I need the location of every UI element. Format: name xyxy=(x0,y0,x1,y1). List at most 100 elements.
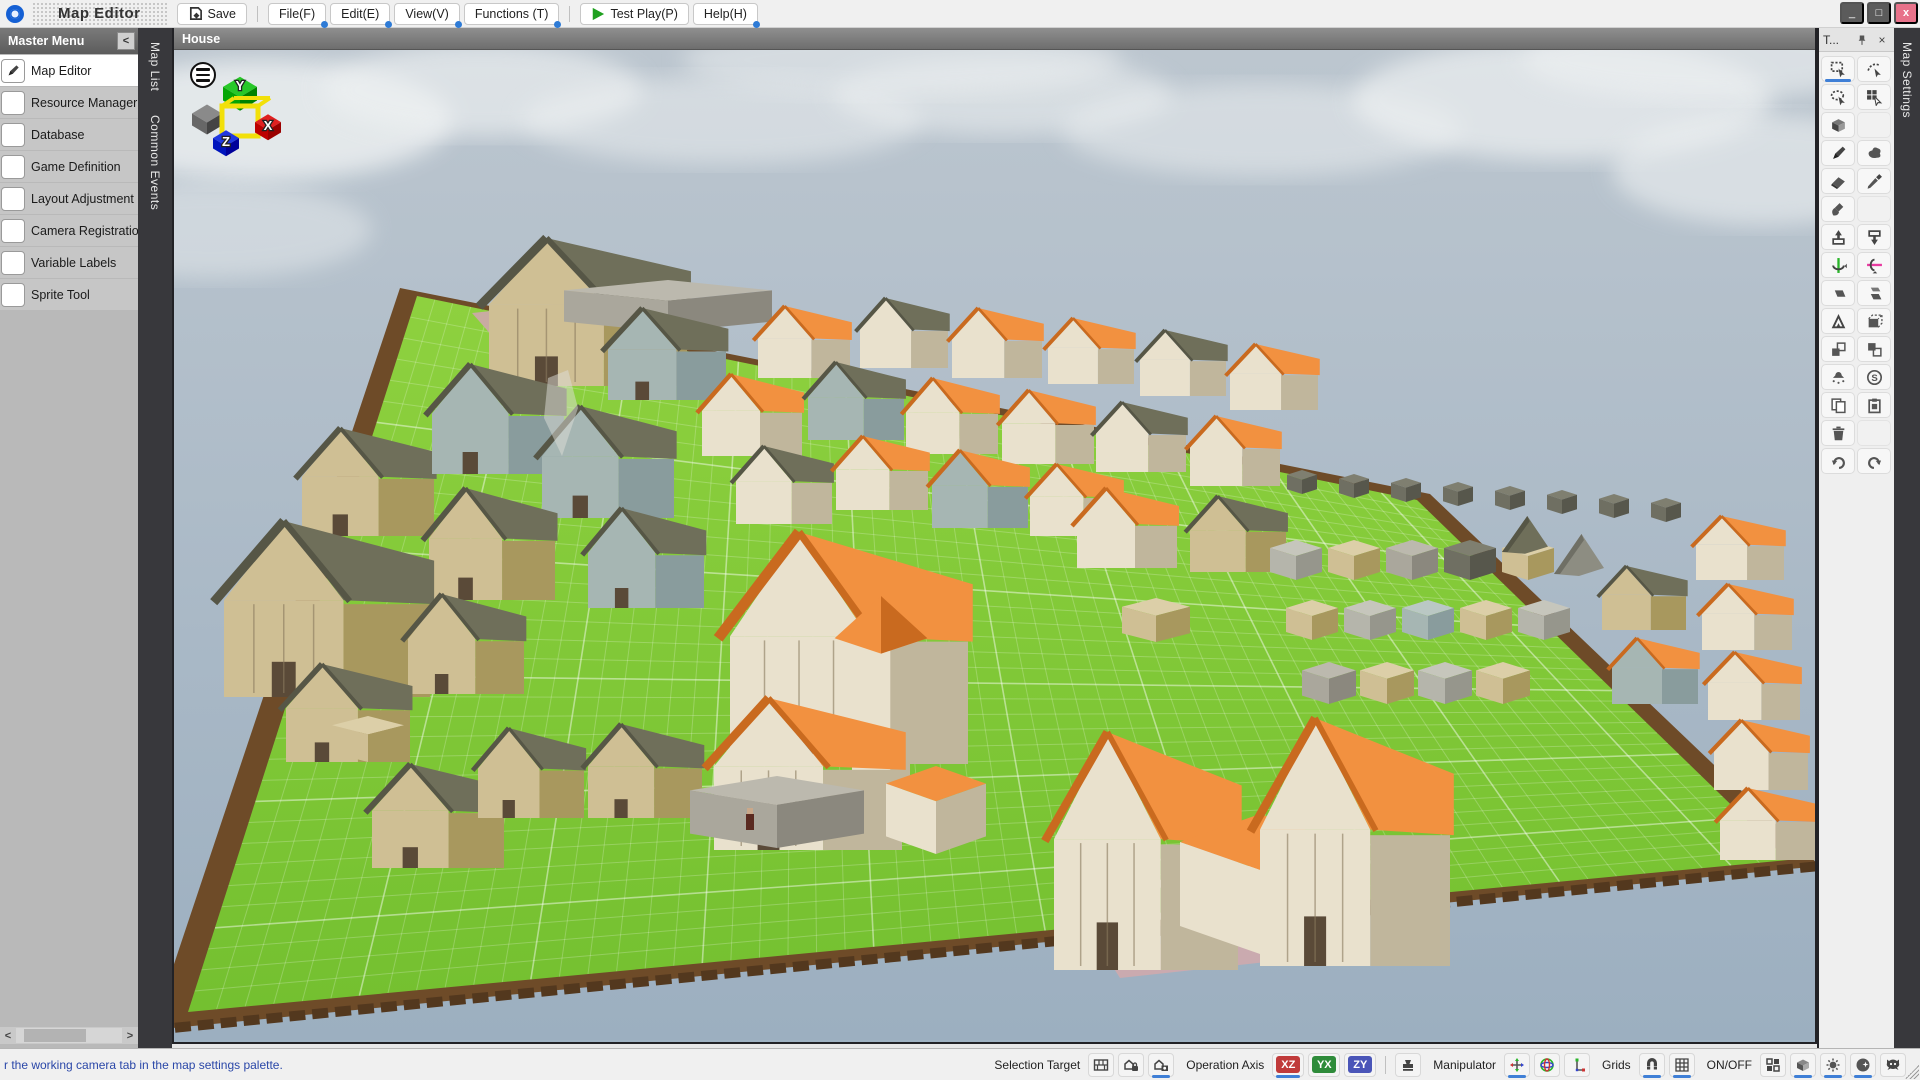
test-play-button[interactable]: Test Play(P) xyxy=(580,3,688,25)
stamp-mode-button[interactable] xyxy=(1395,1053,1421,1077)
axis-button-xz[interactable]: XZ xyxy=(1272,1053,1304,1077)
stamp-dark-icon xyxy=(1400,1057,1416,1073)
sidebar-item-map-editor[interactable]: Map Editor xyxy=(0,55,138,86)
axis-button-yx[interactable]: YX xyxy=(1308,1053,1340,1077)
scroll-left-arrow[interactable]: < xyxy=(0,1030,16,1042)
scrollbar-thumb[interactable] xyxy=(24,1029,86,1042)
vertical-tab-map-list[interactable]: Map List xyxy=(148,32,162,101)
close-button[interactable]: x xyxy=(1894,2,1918,24)
light-icon xyxy=(1830,369,1847,386)
shovel-tool[interactable] xyxy=(1821,196,1855,222)
collapse-sidebar-button[interactable]: < xyxy=(117,32,135,50)
map-tab-house[interactable]: House xyxy=(174,28,1815,50)
rotate-manipulator-button[interactable] xyxy=(1534,1053,1560,1077)
target-object-lock-button[interactable] xyxy=(1118,1053,1144,1077)
cube-view-icon xyxy=(1795,1057,1811,1073)
scale-manipulator-button[interactable] xyxy=(1564,1053,1590,1077)
box-dashed-tool[interactable] xyxy=(1857,308,1891,334)
tool-palette: T... × S xyxy=(1817,28,1894,1048)
slab-stack-icon xyxy=(1866,285,1883,302)
help-button[interactable]: Help(H) xyxy=(693,3,758,25)
left-tab-strip: Map List Common Events xyxy=(138,28,172,1048)
start-point-tool[interactable]: S xyxy=(1857,364,1891,390)
pen-icon xyxy=(6,64,20,78)
sidebar-item-variable-labels[interactable]: Variable Labels xyxy=(0,247,138,278)
send-back-tool[interactable] xyxy=(1857,336,1891,362)
slab-tool[interactable] xyxy=(1821,280,1855,306)
select-lasso-tool[interactable] xyxy=(1821,84,1855,110)
monster-toggle-button[interactable] xyxy=(1880,1053,1906,1077)
save-button[interactable]: Save xyxy=(177,3,248,25)
target-object-button[interactable] xyxy=(1148,1053,1174,1077)
sidebar-item-game-definition[interactable]: Game Definition xyxy=(0,151,138,182)
map-viewport[interactable]: House YXZ xyxy=(172,28,1817,1044)
select-block-tool[interactable] xyxy=(1857,84,1891,110)
onoff-label: ON/OFF xyxy=(1707,1058,1752,1072)
putty-tool[interactable] xyxy=(1857,140,1891,166)
grid-toggle-button[interactable] xyxy=(1669,1053,1695,1077)
vertical-tab-map-settings[interactable]: Map Settings xyxy=(1900,32,1914,128)
undo-icon xyxy=(1866,453,1883,470)
rotate-x-icon xyxy=(1866,257,1883,274)
snap-magnet-button[interactable] xyxy=(1639,1053,1665,1077)
sidebar-item-sprite-tool[interactable]: Sprite Tool xyxy=(0,279,138,310)
sidebar-item-layout-adjustment[interactable]: Layout Adjustment xyxy=(0,183,138,214)
close-panel-button[interactable]: × xyxy=(1874,32,1890,48)
terrain-view-button[interactable] xyxy=(1790,1053,1816,1077)
select-polyline-tool[interactable] xyxy=(1857,56,1891,82)
minimize-button[interactable]: _ xyxy=(1840,2,1864,24)
viewport-menu-button[interactable] xyxy=(190,62,216,88)
sidebar-horizontal-scrollbar[interactable]: < > xyxy=(0,1027,138,1044)
blank-icon xyxy=(1866,201,1883,218)
eraser-tool[interactable] xyxy=(1821,168,1855,194)
eyedropper-tool[interactable] xyxy=(1857,168,1891,194)
lower-terrain-tool[interactable] xyxy=(1857,224,1891,250)
pen-tool[interactable] xyxy=(1821,140,1855,166)
status-bar: r the working camera tab in the map sett… xyxy=(0,1048,1920,1080)
target-terrain-button[interactable] xyxy=(1088,1053,1114,1077)
menu-button-3[interactable]: Functions (T) xyxy=(464,3,560,25)
lower-icon xyxy=(1866,229,1883,246)
bring-front-tool[interactable] xyxy=(1821,336,1855,362)
copy-tool[interactable] xyxy=(1821,392,1855,418)
effect-toggle-button[interactable] xyxy=(1850,1053,1876,1077)
manipulator-label: Manipulator xyxy=(1433,1058,1496,1072)
putty-icon xyxy=(1866,145,1883,162)
select-rect-tool[interactable] xyxy=(1821,56,1855,82)
delete-tool[interactable] xyxy=(1821,420,1855,446)
slab-stack-tool[interactable] xyxy=(1857,280,1891,306)
scrollbar-track[interactable] xyxy=(16,1028,122,1043)
sidebar-item-camera-registration[interactable]: Camera Registration xyxy=(0,215,138,246)
light-tool[interactable] xyxy=(1821,364,1855,390)
rotate-y-tool[interactable] xyxy=(1821,252,1855,278)
eraser-icon xyxy=(1830,173,1847,190)
master-menu-panel: Master Menu < Map EditorResource Manager… xyxy=(0,28,138,1048)
axis-button-zy[interactable]: ZY xyxy=(1344,1053,1376,1077)
sidebar-item-database[interactable]: Database xyxy=(0,119,138,150)
rotate-x-tool[interactable] xyxy=(1857,252,1891,278)
scene-3d-view[interactable]: YXZ xyxy=(174,50,1815,1040)
pin-icon[interactable] xyxy=(1854,32,1870,48)
redo-tool[interactable] xyxy=(1821,448,1855,474)
panels-toggle-button[interactable] xyxy=(1760,1053,1786,1077)
ramp-tool[interactable] xyxy=(1821,308,1855,334)
select-box-tool[interactable] xyxy=(1821,112,1855,138)
paste-tool[interactable] xyxy=(1857,392,1891,418)
master-menu-header: Master Menu < xyxy=(0,28,138,54)
rotate-manip-icon xyxy=(1539,1057,1555,1073)
resize-grip[interactable] xyxy=(1905,1065,1919,1079)
move-manipulator-button[interactable] xyxy=(1504,1053,1530,1077)
menu-button-1[interactable]: Edit(E) xyxy=(330,3,390,25)
scroll-right-arrow[interactable]: > xyxy=(122,1030,138,1042)
lighting-toggle-button[interactable] xyxy=(1820,1053,1846,1077)
menu-button-0[interactable]: File(F) xyxy=(268,3,326,25)
sidebar-item-resource-manager[interactable]: Resource Manager xyxy=(0,87,138,118)
layout-icon xyxy=(6,192,20,206)
game-definition-icon xyxy=(6,160,20,174)
undo-tool[interactable] xyxy=(1857,448,1891,474)
menu-button-2[interactable]: View(V) xyxy=(394,3,460,25)
vertical-tab-common-events[interactable]: Common Events xyxy=(148,105,162,220)
paste-icon xyxy=(1866,397,1883,414)
raise-terrain-tool[interactable] xyxy=(1821,224,1855,250)
maximize-button[interactable]: □ xyxy=(1867,2,1891,24)
